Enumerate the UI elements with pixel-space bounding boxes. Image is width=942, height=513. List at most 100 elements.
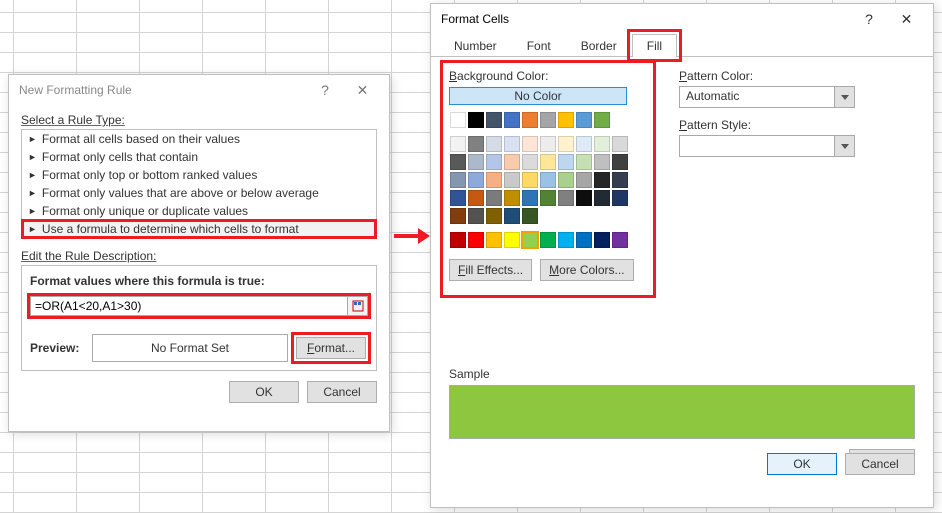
color-swatch[interactable] <box>540 154 556 170</box>
color-swatch[interactable] <box>486 172 502 188</box>
color-swatch[interactable] <box>576 136 592 152</box>
color-swatch[interactable] <box>522 190 538 206</box>
color-swatch[interactable] <box>486 232 502 248</box>
color-swatch[interactable] <box>450 190 466 206</box>
color-swatch[interactable] <box>576 172 592 188</box>
color-swatch[interactable] <box>540 232 556 248</box>
color-swatch[interactable] <box>594 136 610 152</box>
color-swatch[interactable] <box>450 232 466 248</box>
tab-font[interactable]: Font <box>512 34 566 57</box>
color-swatch[interactable] <box>522 154 538 170</box>
rule-type-item[interactable]: ►Format only values that are above or be… <box>22 184 376 202</box>
color-swatch[interactable] <box>486 112 502 128</box>
color-swatch[interactable] <box>486 154 502 170</box>
color-swatch[interactable] <box>468 154 484 170</box>
color-swatch[interactable] <box>612 190 628 206</box>
color-swatch[interactable] <box>558 136 574 152</box>
pattern-color-combo[interactable]: Automatic <box>679 86 855 108</box>
color-swatch[interactable] <box>504 190 520 206</box>
color-swatch[interactable] <box>594 232 610 248</box>
help-button[interactable]: ? <box>310 76 340 104</box>
format-button[interactable]: Format... <box>296 337 366 359</box>
pattern-style-combo[interactable] <box>679 135 855 157</box>
color-swatch[interactable] <box>504 232 520 248</box>
color-swatch[interactable] <box>450 136 466 152</box>
tab-border[interactable]: Border <box>566 34 632 57</box>
color-swatch[interactable] <box>540 190 556 206</box>
color-swatch[interactable] <box>468 232 484 248</box>
color-swatch[interactable] <box>558 172 574 188</box>
color-swatch[interactable] <box>522 136 538 152</box>
color-swatch[interactable] <box>558 112 574 128</box>
sample-label: Sample <box>449 367 915 381</box>
ok-button[interactable]: OK <box>767 453 837 475</box>
help-button[interactable]: ? <box>854 5 884 33</box>
color-swatch[interactable] <box>468 208 484 224</box>
standard-color-row <box>449 231 629 249</box>
color-swatch[interactable] <box>486 190 502 206</box>
rule-type-item[interactable]: ►Format all cells based on their values <box>22 130 376 148</box>
color-swatch[interactable] <box>504 172 520 188</box>
color-swatch[interactable] <box>612 172 628 188</box>
color-swatch[interactable] <box>486 208 502 224</box>
color-swatch[interactable] <box>558 232 574 248</box>
color-swatch[interactable] <box>594 172 610 188</box>
color-swatch[interactable] <box>522 172 538 188</box>
chevron-down-icon[interactable] <box>834 136 854 156</box>
edit-description-label: Edit the Rule Description: <box>21 249 377 263</box>
bullet-icon: ► <box>28 224 37 234</box>
ok-button[interactable]: OK <box>229 381 299 403</box>
tab-fill[interactable]: Fill <box>632 34 677 57</box>
preview-text: No Format Set <box>151 341 229 355</box>
color-swatch[interactable] <box>468 112 484 128</box>
cancel-button[interactable]: Cancel <box>845 453 915 475</box>
color-swatch[interactable] <box>540 172 556 188</box>
pattern-style-label: Pattern Style: <box>679 118 859 132</box>
color-swatch[interactable] <box>522 112 538 128</box>
color-swatch[interactable] <box>540 112 556 128</box>
color-swatch[interactable] <box>450 112 466 128</box>
color-swatch[interactable] <box>504 136 520 152</box>
color-swatch[interactable] <box>576 154 592 170</box>
close-icon[interactable]: ✕ <box>340 76 385 104</box>
rule-type-item-formula[interactable]: ►Use a formula to determine which cells … <box>22 220 376 238</box>
more-colors-button[interactable]: More Colors... <box>540 259 633 281</box>
color-swatch[interactable] <box>594 112 610 128</box>
color-swatch[interactable] <box>612 232 628 248</box>
color-swatch[interactable] <box>450 154 466 170</box>
color-swatch[interactable] <box>504 208 520 224</box>
color-swatch[interactable] <box>594 154 610 170</box>
color-swatch[interactable] <box>558 154 574 170</box>
color-swatch[interactable] <box>594 190 610 206</box>
color-swatch[interactable] <box>468 190 484 206</box>
rule-type-item[interactable]: ►Format only unique or duplicate values <box>22 202 376 220</box>
color-swatch[interactable] <box>504 112 520 128</box>
color-swatch[interactable] <box>558 190 574 206</box>
close-icon[interactable]: ✕ <box>884 5 929 33</box>
color-swatch[interactable] <box>450 208 466 224</box>
color-swatch[interactable] <box>576 190 592 206</box>
color-swatch[interactable] <box>540 136 556 152</box>
rule-type-item[interactable]: ►Format only cells that contain <box>22 148 376 166</box>
color-swatch[interactable] <box>486 136 502 152</box>
color-swatch[interactable] <box>468 172 484 188</box>
tab-number[interactable]: Number <box>439 34 512 57</box>
chevron-down-icon[interactable] <box>834 87 854 107</box>
color-swatch[interactable] <box>522 208 538 224</box>
color-swatch[interactable] <box>576 112 592 128</box>
color-swatch[interactable] <box>450 172 466 188</box>
color-swatch[interactable] <box>612 136 628 152</box>
titlebar: New Formatting Rule ? ✕ <box>9 75 389 105</box>
color-swatch[interactable] <box>612 154 628 170</box>
formula-input[interactable] <box>30 296 348 316</box>
fill-effects-button[interactable]: Fill Effects... <box>449 259 532 281</box>
color-swatch[interactable] <box>504 154 520 170</box>
color-swatch[interactable] <box>576 232 592 248</box>
no-color-button[interactable]: No Color <box>449 87 627 105</box>
range-selector-icon[interactable] <box>348 296 368 316</box>
rule-type-item[interactable]: ►Format only top or bottom ranked values <box>22 166 376 184</box>
theme-color-row <box>449 111 629 129</box>
cancel-button[interactable]: Cancel <box>307 381 377 403</box>
color-swatch[interactable] <box>468 136 484 152</box>
color-swatch[interactable] <box>522 232 538 248</box>
